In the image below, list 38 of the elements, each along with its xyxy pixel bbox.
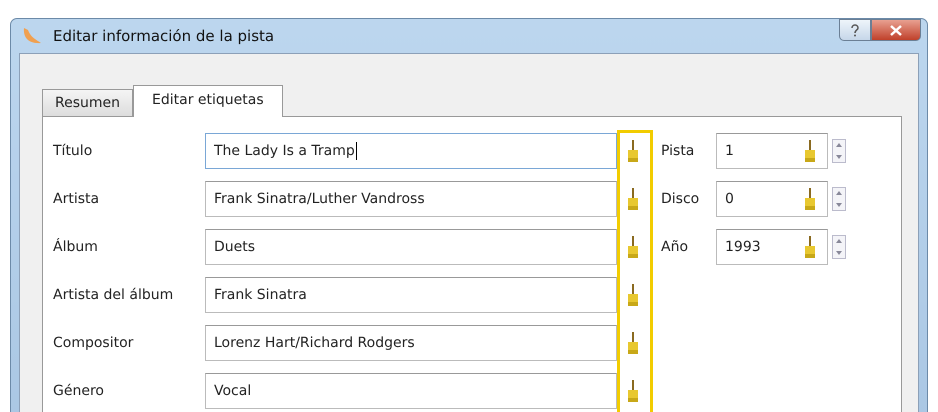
help-icon (850, 24, 860, 36)
number-field[interactable]: 1993 (716, 229, 828, 265)
brush-icon[interactable] (627, 188, 639, 210)
spin-buttons[interactable] (832, 235, 846, 259)
field-label: Título (53, 143, 94, 159)
brush-icon[interactable] (627, 284, 639, 306)
text-field[interactable]: Frank Sinatra (205, 277, 617, 313)
close-icon (890, 24, 902, 36)
field-label: Artista (53, 191, 100, 207)
brush-icon[interactable] (627, 332, 639, 354)
brush-icon[interactable] (804, 188, 816, 210)
close-button[interactable] (871, 19, 921, 41)
brush-icon[interactable] (627, 236, 639, 258)
brush-icon[interactable] (627, 140, 639, 162)
spin-buttons[interactable] (832, 139, 846, 163)
tab[interactable]: Editar etiquetas (133, 85, 283, 117)
brush-icon[interactable] (804, 140, 816, 162)
number-field[interactable]: 0 (716, 181, 828, 217)
spin-buttons[interactable] (832, 187, 846, 211)
field-label: Disco (661, 191, 700, 207)
text-field[interactable]: Vocal (205, 373, 617, 409)
text-field[interactable]: The Lady Is a Tramp (205, 133, 617, 169)
text-field[interactable]: Duets (205, 229, 617, 265)
field-label: Compositor (53, 335, 134, 351)
window-title: Editar información de la pista (53, 27, 274, 45)
text-field[interactable]: Lorenz Hart/Richard Rodgers (205, 325, 617, 361)
app-logo-icon (21, 26, 43, 46)
field-label: Álbum (53, 239, 99, 255)
help-button[interactable] (839, 19, 871, 41)
field-label: Año (661, 239, 690, 255)
tab[interactable]: Resumen (42, 89, 134, 116)
field-label: Pista (661, 143, 696, 159)
text-field[interactable]: Frank Sinatra/Luther Vandross (205, 181, 617, 217)
brush-icon[interactable] (804, 236, 816, 258)
brush-icon[interactable] (627, 380, 639, 402)
field-label: Artista del álbum (53, 287, 174, 303)
field-label: Género (53, 383, 105, 399)
number-field[interactable]: 1 (716, 133, 828, 169)
